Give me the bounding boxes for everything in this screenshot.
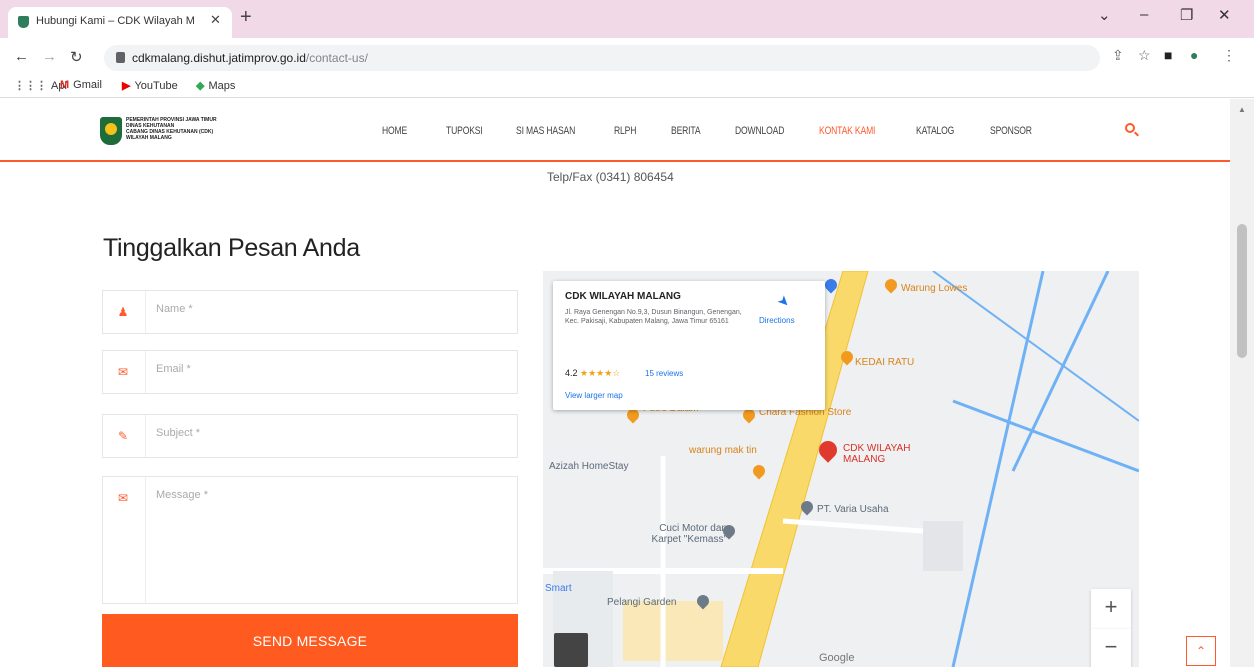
directions-icon[interactable]: ➤	[774, 291, 794, 311]
bookmark-youtube[interactable]: ▶ YouTube	[122, 79, 178, 92]
street-view-pegman-icon[interactable]	[554, 633, 588, 667]
bookmark-gmail[interactable]: M Gmail	[60, 79, 102, 91]
map-label-cuci-motor[interactable]: Cuci Motor dan Karpet "Kemass"	[627, 523, 727, 545]
directions-link[interactable]: Directions	[759, 316, 795, 325]
forward-icon[interactable]: →	[42, 48, 57, 65]
nav-kontak-kami[interactable]: KONTAK KAMI	[819, 125, 875, 137]
extensions-icon[interactable]: ■	[1164, 47, 1172, 63]
bookmarks-bar: ⋮⋮⋮ Apl M Gmail ▶ YouTube ◆ Maps	[0, 75, 1254, 98]
envelope-outline-icon: ✉	[117, 365, 129, 379]
profile-avatar[interactable]: ●	[1190, 47, 1198, 63]
bookmark-maps[interactable]: ◆ Maps	[196, 79, 235, 92]
youtube-icon: ▶	[122, 80, 131, 92]
omnibox[interactable]: cdkmalang.dishut.jatimprov.go.id/contact…	[104, 45, 1100, 71]
map-label-warung-lowes[interactable]: Warung Lowes	[901, 283, 967, 294]
jatim-emblem-icon[interactable]	[100, 117, 122, 145]
contact-heading: Tinggalkan Pesan Anda	[103, 234, 360, 262]
reviews-link[interactable]: 15 reviews	[645, 369, 683, 378]
google-logo: Google	[819, 652, 855, 664]
email-input[interactable]	[156, 363, 506, 375]
rating-stars-icon: ★★★★☆	[580, 368, 621, 378]
nav-berita[interactable]: BERITA	[671, 125, 701, 137]
place-info-card: CDK WILAYAH MALANG Jl. Raya Genengan No.…	[553, 281, 825, 410]
page-scrollbar[interactable]: ▲	[1230, 99, 1254, 667]
scroll-to-top-button[interactable]: ⌃	[1186, 636, 1216, 666]
back-icon[interactable]: ←	[14, 48, 29, 65]
nav-home[interactable]: HOME	[382, 125, 407, 137]
map-label-pelangi[interactable]: Pelangi Garden	[607, 597, 677, 608]
site-logo-text[interactable]: PEMERINTAH PROVINSI JAWA TIMUR DINAS KEH…	[126, 117, 256, 141]
place-title: CDK WILAYAH MALANG	[565, 291, 681, 302]
scrollbar-thumb[interactable]	[1237, 224, 1247, 358]
nav-katalog[interactable]: KATALOG	[916, 125, 954, 137]
view-larger-map-link[interactable]: View larger map	[565, 391, 623, 400]
google-map-embed[interactable]: Warung Lowes KEDAI RATU Putro Dalam Char…	[543, 271, 1139, 667]
scroll-up-arrow-icon[interactable]: ▲	[1238, 105, 1246, 114]
map-label-warung-mak[interactable]: warung mak tin	[689, 445, 757, 456]
browser-tab[interactable]: Hubungi Kami – CDK Wilayah M ✕	[8, 7, 232, 38]
name-field[interactable]: ♟	[102, 290, 518, 334]
nav-download[interactable]: DOWNLOAD	[735, 125, 784, 137]
window-close-icon[interactable]: ✕	[1218, 6, 1231, 24]
map-label-varia[interactable]: PT. Varia Usaha	[817, 504, 889, 515]
menu-dots-icon[interactable]: ⋮	[1222, 47, 1236, 64]
subject-input[interactable]	[156, 427, 506, 439]
send-message-button[interactable]: SEND MESSAGE	[102, 614, 518, 667]
place-address: Jl. Raya Genengan No.9,3, Dusun Binangun…	[565, 309, 742, 325]
browser-tab-bar: Hubungi Kami – CDK Wilayah M ✕ + ⌄ – ❐ ✕	[0, 0, 1254, 38]
nav-sponsor[interactable]: SPONSOR	[990, 125, 1032, 137]
site-header: PEMERINTAH PROVINSI JAWA TIMUR DINAS KEH…	[0, 99, 1230, 162]
share-icon[interactable]: ⇪	[1112, 47, 1124, 64]
maps-icon: ◆	[196, 80, 205, 92]
new-tab-button[interactable]: +	[240, 7, 252, 27]
apps-grid-icon: ⋮⋮⋮	[14, 80, 47, 92]
telp-fax-text: Telp/Fax (0341) 806454	[547, 170, 674, 184]
tab-title: Hubungi Kami – CDK Wilayah M	[36, 15, 195, 27]
reload-icon[interactable]: ↻	[70, 48, 83, 66]
tab-search-icon[interactable]: ⌄	[1098, 6, 1111, 24]
zoom-in-button[interactable]: +	[1091, 589, 1131, 629]
close-tab-icon[interactable]: ✕	[210, 12, 221, 28]
bookmark-apps[interactable]: ⋮⋮⋮ Apl	[14, 79, 67, 92]
lock-icon[interactable]	[116, 52, 125, 63]
minimize-icon[interactable]: –	[1140, 6, 1148, 23]
search-icon[interactable]	[1125, 123, 1135, 133]
map-label-cdk[interactable]: CDK WILAYAH MALANG	[843, 443, 923, 465]
site-favicon-icon	[18, 16, 29, 28]
map-label-kedai-ratu[interactable]: KEDAI RATU	[855, 357, 914, 368]
restore-icon[interactable]: ❐	[1180, 6, 1193, 24]
message-field[interactable]: ✉	[102, 476, 518, 604]
name-input[interactable]	[156, 303, 506, 315]
bookmark-star-icon[interactable]: ☆	[1138, 47, 1151, 64]
edit-icon: ✎	[117, 429, 129, 443]
user-icon: ♟	[117, 305, 129, 319]
envelope-icon: ✉	[117, 491, 129, 505]
map-label-smart[interactable]: Smart	[545, 583, 572, 594]
nav-si-mas-hasan[interactable]: SI MAS HASAN	[516, 125, 575, 137]
nav-rlph[interactable]: RLPH	[614, 125, 636, 137]
gmail-icon: M	[60, 79, 70, 91]
subject-field[interactable]: ✎	[102, 414, 518, 458]
url-text[interactable]: cdkmalang.dishut.jatimprov.go.id/contact…	[132, 51, 368, 65]
nav-tupoksi[interactable]: TUPOKSI	[446, 125, 483, 137]
map-label-azizah[interactable]: Azizah HomeStay	[549, 461, 628, 472]
message-textarea[interactable]	[156, 489, 506, 589]
email-field[interactable]: ✉	[102, 350, 518, 394]
zoom-out-button[interactable]: −	[1091, 629, 1131, 667]
place-rating: 4.2 ★★★★☆	[565, 368, 621, 378]
